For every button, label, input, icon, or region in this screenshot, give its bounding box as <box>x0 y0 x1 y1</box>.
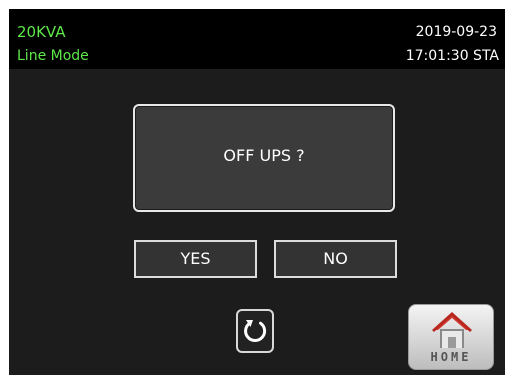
ups-model: 20KVA <box>17 23 66 41</box>
ups-screen: 20KVA Line Mode 2019-09-23 17:01:30 STA … <box>9 9 505 375</box>
time-display: 17:01:30 STA <box>405 48 499 64</box>
home-label: HOME <box>430 350 472 364</box>
date-display: 2019-09-23 <box>415 24 497 40</box>
home-button[interactable]: HOME <box>408 304 494 370</box>
no-button[interactable]: NO <box>274 240 397 278</box>
back-button[interactable] <box>236 309 274 353</box>
dialog-message: OFF UPS ? <box>223 146 305 165</box>
confirm-dialog: OFF UPS ? <box>133 104 395 212</box>
yes-button[interactable]: YES <box>134 240 257 278</box>
operating-mode: Line Mode <box>17 48 89 64</box>
rotate-back-icon <box>244 320 267 342</box>
house-icon <box>432 312 472 348</box>
status-bar: 20KVA Line Mode 2019-09-23 17:01:30 STA <box>9 9 505 69</box>
